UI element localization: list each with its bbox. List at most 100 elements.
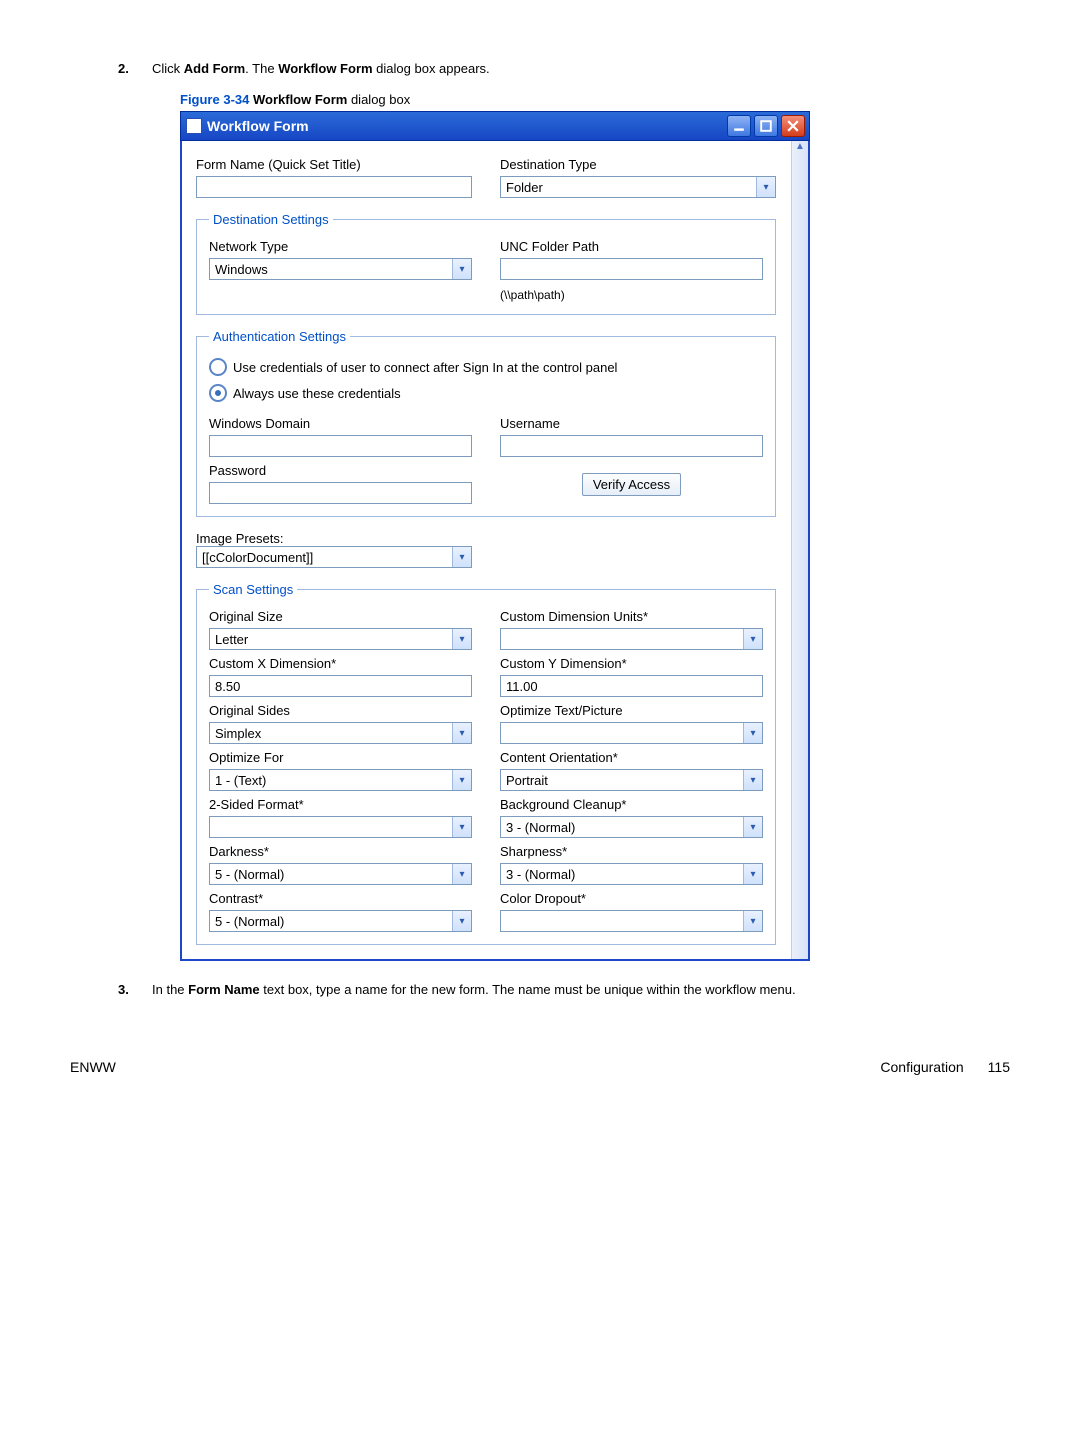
group-legend: Scan Settings: [209, 582, 297, 597]
custom-x-label: Custom X Dimension*: [209, 656, 472, 671]
background-cleanup-label: Background Cleanup*: [500, 797, 763, 812]
darkness-select[interactable]: 5 - (Normal)▾: [209, 863, 472, 885]
unc-path-input[interactable]: [500, 258, 763, 280]
select-value: Simplex: [210, 726, 452, 741]
network-type-label: Network Type: [209, 239, 472, 254]
original-size-select[interactable]: Letter▾: [209, 628, 472, 650]
windows-domain-input[interactable]: [209, 435, 472, 457]
authentication-settings-group: Authentication Settings Use credentials …: [196, 329, 776, 517]
chevron-down-icon: ▾: [743, 723, 762, 743]
custom-y-input[interactable]: [500, 675, 763, 697]
verify-access-button[interactable]: Verify Access: [582, 473, 681, 496]
contrast-label: Contrast*: [209, 891, 472, 906]
unc-path-label: UNC Folder Path: [500, 239, 763, 254]
chevron-down-icon: ▾: [452, 817, 471, 837]
color-dropout-select[interactable]: ▾: [500, 910, 763, 932]
content-orientation-select[interactable]: Portrait▾: [500, 769, 763, 791]
form-name-label: Form Name (Quick Set Title): [196, 157, 472, 172]
original-sides-label: Original Sides: [209, 703, 472, 718]
select-value: Folder: [501, 180, 756, 195]
scroll-up-icon[interactable]: ▲: [792, 141, 808, 152]
optimize-text-picture-label: Optimize Text/Picture: [500, 703, 763, 718]
step-number: 2.: [118, 60, 146, 78]
chevron-down-icon: ▾: [452, 723, 471, 743]
background-cleanup-select[interactable]: 3 - (Normal)▾: [500, 816, 763, 838]
maximize-button[interactable]: [754, 115, 778, 137]
image-presets-label: Image Presets:: [196, 531, 776, 546]
optimize-for-label: Optimize For: [209, 750, 472, 765]
unc-path-hint: (\\path\path): [500, 288, 763, 302]
select-value: [[cColorDocument]]: [197, 550, 452, 565]
windows-domain-label: Windows Domain: [209, 416, 472, 431]
text: In the: [152, 982, 188, 997]
footer-page-number: 115: [988, 1059, 1010, 1075]
step-number: 3.: [118, 981, 146, 999]
two-sided-format-select[interactable]: ▾: [209, 816, 472, 838]
figure-title-rest: dialog box: [347, 92, 410, 107]
contrast-select[interactable]: 5 - (Normal)▾: [209, 910, 472, 932]
text: dialog box appears.: [373, 61, 490, 76]
select-value: Letter: [210, 632, 452, 647]
chevron-down-icon: ▾: [452, 911, 471, 931]
custom-units-select[interactable]: ▾: [500, 628, 763, 650]
color-dropout-label: Color Dropout*: [500, 891, 763, 906]
text: . The: [245, 61, 278, 76]
page-footer: ENWW Configuration 115: [70, 1059, 1010, 1075]
radio-always-credentials[interactable]: Always use these credentials: [209, 384, 763, 402]
select-value: 3 - (Normal): [501, 820, 743, 835]
network-type-select[interactable]: Windows ▾: [209, 258, 472, 280]
darkness-label: Darkness*: [209, 844, 472, 859]
select-value: 5 - (Normal): [210, 914, 452, 929]
destination-type-select[interactable]: Folder ▾: [500, 176, 776, 198]
form-name-input[interactable]: [196, 176, 472, 198]
original-size-label: Original Size: [209, 609, 472, 624]
close-button[interactable]: [781, 115, 805, 137]
footer-section: Configuration: [880, 1059, 963, 1075]
text-bold: Add Form: [184, 61, 245, 76]
password-input[interactable]: [209, 482, 472, 504]
group-legend: Destination Settings: [209, 212, 333, 227]
figure-label: Figure 3-34: [180, 92, 253, 107]
chevron-down-icon: ▾: [743, 864, 762, 884]
instruction-step-3: 3. In the Form Name text box, type a nam…: [118, 981, 1010, 999]
group-legend: Authentication Settings: [209, 329, 350, 344]
footer-left: ENWW: [70, 1059, 116, 1075]
text-bold: Workflow Form: [278, 61, 372, 76]
username-input[interactable]: [500, 435, 763, 457]
radio-label: Use credentials of user to connect after…: [233, 360, 617, 375]
sharpness-label: Sharpness*: [500, 844, 763, 859]
radio-use-signin-credentials[interactable]: Use credentials of user to connect after…: [209, 358, 763, 376]
original-sides-select[interactable]: Simplex▾: [209, 722, 472, 744]
sharpness-select[interactable]: 3 - (Normal)▾: [500, 863, 763, 885]
radio-icon: [209, 384, 227, 402]
chevron-down-icon: ▾: [452, 770, 471, 790]
chevron-down-icon: ▾: [743, 911, 762, 931]
two-sided-format-label: 2-Sided Format*: [209, 797, 472, 812]
minimize-button[interactable]: [727, 115, 751, 137]
chevron-down-icon: ▾: [743, 629, 762, 649]
chevron-down-icon: ▾: [452, 864, 471, 884]
chevron-down-icon: ▾: [452, 547, 471, 567]
instruction-step-2: 2. Click Add Form. The Workflow Form dia…: [118, 60, 1010, 78]
window-title: Workflow Form: [207, 118, 727, 134]
image-presets-select[interactable]: [[cColorDocument]] ▾: [196, 546, 472, 568]
destination-settings-group: Destination Settings Network Type Window…: [196, 212, 776, 315]
select-value: Windows: [210, 262, 452, 277]
username-label: Username: [500, 416, 763, 431]
password-label: Password: [209, 463, 472, 478]
system-menu-icon[interactable]: [187, 119, 201, 133]
custom-units-label: Custom Dimension Units*: [500, 609, 763, 624]
optimize-for-select[interactable]: 1 - (Text)▾: [209, 769, 472, 791]
custom-x-input[interactable]: [209, 675, 472, 697]
select-value: Portrait: [501, 773, 743, 788]
text-bold: Form Name: [188, 982, 260, 997]
vertical-scrollbar[interactable]: ▲: [791, 141, 808, 959]
select-value: 3 - (Normal): [501, 867, 743, 882]
custom-y-label: Custom Y Dimension*: [500, 656, 763, 671]
chevron-down-icon: ▾: [756, 177, 775, 197]
optimize-text-picture-select[interactable]: ▾: [500, 722, 763, 744]
destination-type-label: Destination Type: [500, 157, 776, 172]
figure-title-bold: Workflow Form: [253, 92, 347, 107]
title-bar[interactable]: Workflow Form: [180, 111, 810, 141]
text: Click: [152, 61, 184, 76]
